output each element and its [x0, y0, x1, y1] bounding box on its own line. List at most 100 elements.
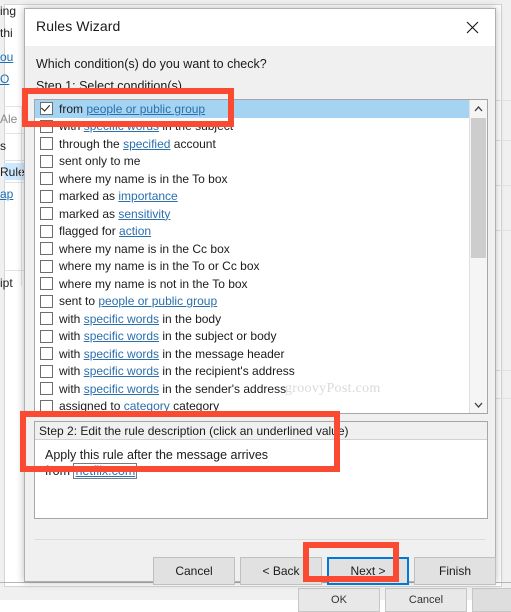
condition-label: from people or public group	[59, 102, 205, 116]
next-button[interactable]: Next >	[327, 557, 409, 585]
condition-checkbox[interactable]	[40, 259, 53, 273]
conditions-listbox[interactable]: from people or public group with specific…	[34, 99, 488, 414]
parent-apply-button[interactable]	[472, 588, 511, 612]
condition-checkbox[interactable]	[40, 312, 53, 326]
condition-value-link[interactable]: specific words	[84, 312, 159, 326]
condition-value-link[interactable]: specific words	[84, 382, 159, 396]
condition-value-link[interactable]: sensitivity	[118, 207, 170, 221]
condition-text: with	[59, 381, 84, 396]
background-divider	[496, 185, 511, 186]
condition-checkbox[interactable]	[40, 277, 53, 291]
step2-header: Step 2: Edit the rule description (click…	[35, 422, 487, 440]
condition-label: where my name is in the Cc box	[59, 242, 230, 256]
close-icon[interactable]	[450, 9, 495, 45]
background-text-fragment: ing	[0, 4, 17, 18]
condition-value-link[interactable]: people or public group	[86, 102, 205, 116]
condition-checkbox[interactable]	[40, 137, 53, 151]
background-link-fragment[interactable]: ou	[0, 50, 13, 64]
scrollbar-thumb[interactable]	[471, 118, 486, 258]
condition-checkbox[interactable]	[40, 207, 53, 221]
condition-row[interactable]: flagged for action	[35, 223, 469, 241]
rule-from-prefix: from	[45, 464, 74, 478]
condition-checkbox[interactable]	[40, 329, 53, 343]
condition-row[interactable]: with specific words in the sender's addr…	[35, 380, 469, 398]
condition-row[interactable]: assigned to category category	[35, 398, 469, 414]
condition-row[interactable]: with specific words in the subject	[35, 118, 469, 136]
rule-description-line1: Apply this rule after the message arrive…	[45, 448, 269, 462]
condition-checkbox[interactable]	[40, 119, 53, 133]
condition-value-link[interactable]: people or public group	[98, 294, 217, 308]
background-divider	[496, 140, 511, 141]
chevron-up-icon[interactable]	[470, 100, 487, 117]
condition-row[interactable]: sent to people or public group	[35, 293, 469, 311]
condition-label: sent only to me	[59, 154, 140, 168]
condition-checkbox[interactable]	[40, 224, 53, 238]
condition-label: with specific words in the body	[59, 312, 221, 326]
condition-text: with	[59, 311, 84, 326]
rule-value-link[interactable]: netflix.com	[73, 463, 138, 479]
condition-checkbox[interactable]	[40, 242, 53, 256]
condition-text: where my name is not in the To box	[59, 276, 248, 291]
back-button[interactable]: < Back	[240, 557, 322, 585]
condition-label: where my name is in the To or Cc box	[59, 259, 260, 273]
condition-text: in the body	[159, 311, 222, 326]
condition-label: marked as sensitivity	[59, 207, 170, 221]
finish-button[interactable]: Finish	[414, 557, 496, 585]
condition-value-link[interactable]: specific words	[84, 347, 159, 361]
condition-value-link[interactable]: specific words	[84, 364, 159, 378]
condition-checkbox[interactable]	[40, 382, 53, 396]
footer-divider	[34, 539, 486, 540]
condition-row[interactable]: from people or public group	[35, 100, 469, 118]
condition-row[interactable]: where my name is not in the To box	[35, 275, 469, 293]
condition-value-link[interactable]: action	[119, 224, 151, 238]
condition-checkbox[interactable]	[40, 189, 53, 203]
condition-text: marked as	[59, 206, 119, 221]
condition-label: flagged for action	[59, 224, 151, 238]
condition-value-link[interactable]: category	[124, 399, 170, 413]
screenshot-root: ing thi ou O Ale s Rule ap ipt OK Cancel…	[0, 0, 511, 612]
condition-value-link[interactable]: specific words	[84, 329, 159, 343]
condition-row[interactable]: marked as importance	[35, 188, 469, 206]
condition-row[interactable]: through the specified account	[35, 135, 469, 153]
condition-row[interactable]: with specific words in the recipient's a…	[35, 363, 469, 381]
step2-panel: Step 2: Edit the rule description (click…	[34, 421, 488, 519]
condition-row[interactable]: where my name is in the To or Cc box	[35, 258, 469, 276]
condition-row[interactable]: marked as sensitivity	[35, 205, 469, 223]
background-link-fragment[interactable]: O	[0, 72, 9, 86]
condition-row[interactable]: with specific words in the message heade…	[35, 345, 469, 363]
conditions-scrollbar[interactable]	[469, 100, 487, 413]
condition-label: where my name is in the To box	[59, 172, 228, 186]
condition-checkbox[interactable]	[40, 364, 53, 378]
condition-text: in the recipient's address	[159, 364, 295, 379]
condition-checkbox[interactable]	[40, 172, 53, 186]
condition-text: flagged for	[59, 224, 120, 239]
background-divider	[496, 230, 511, 231]
condition-value-link[interactable]: specified	[123, 137, 170, 151]
dialog-titlebar: Rules Wizard	[25, 9, 495, 46]
condition-row[interactable]: sent only to me	[35, 153, 469, 171]
condition-checkbox[interactable]	[40, 154, 53, 168]
cancel-button[interactable]: Cancel	[153, 557, 235, 585]
conditions-list: from people or public group with specific…	[35, 100, 469, 413]
parent-ok-button[interactable]: OK	[298, 588, 380, 612]
background-divider	[496, 370, 511, 371]
condition-checkbox[interactable]	[40, 102, 53, 116]
dialog-title: Rules Wizard	[36, 18, 121, 34]
condition-row[interactable]: where my name is in the Cc box	[35, 240, 469, 258]
condition-row[interactable]: with specific words in the body	[35, 310, 469, 328]
condition-checkbox[interactable]	[40, 294, 53, 308]
parent-cancel-button[interactable]: Cancel	[385, 588, 467, 612]
condition-text: in the subject	[159, 119, 234, 134]
background-divider	[496, 398, 511, 399]
condition-value-link[interactable]: importance	[118, 189, 177, 203]
condition-label: with specific words in the subject or bo…	[59, 329, 276, 343]
chevron-down-icon[interactable]	[470, 396, 487, 413]
condition-checkbox[interactable]	[40, 347, 53, 361]
condition-label: with specific words in the sender's addr…	[59, 382, 286, 396]
condition-row[interactable]: where my name is in the To box	[35, 170, 469, 188]
background-text-fragment: Ale	[0, 112, 18, 126]
condition-checkbox[interactable]	[40, 399, 53, 413]
condition-value-link[interactable]: specific words	[84, 119, 159, 133]
condition-text: category	[169, 399, 220, 414]
condition-row[interactable]: with specific words in the subject or bo…	[35, 328, 469, 346]
